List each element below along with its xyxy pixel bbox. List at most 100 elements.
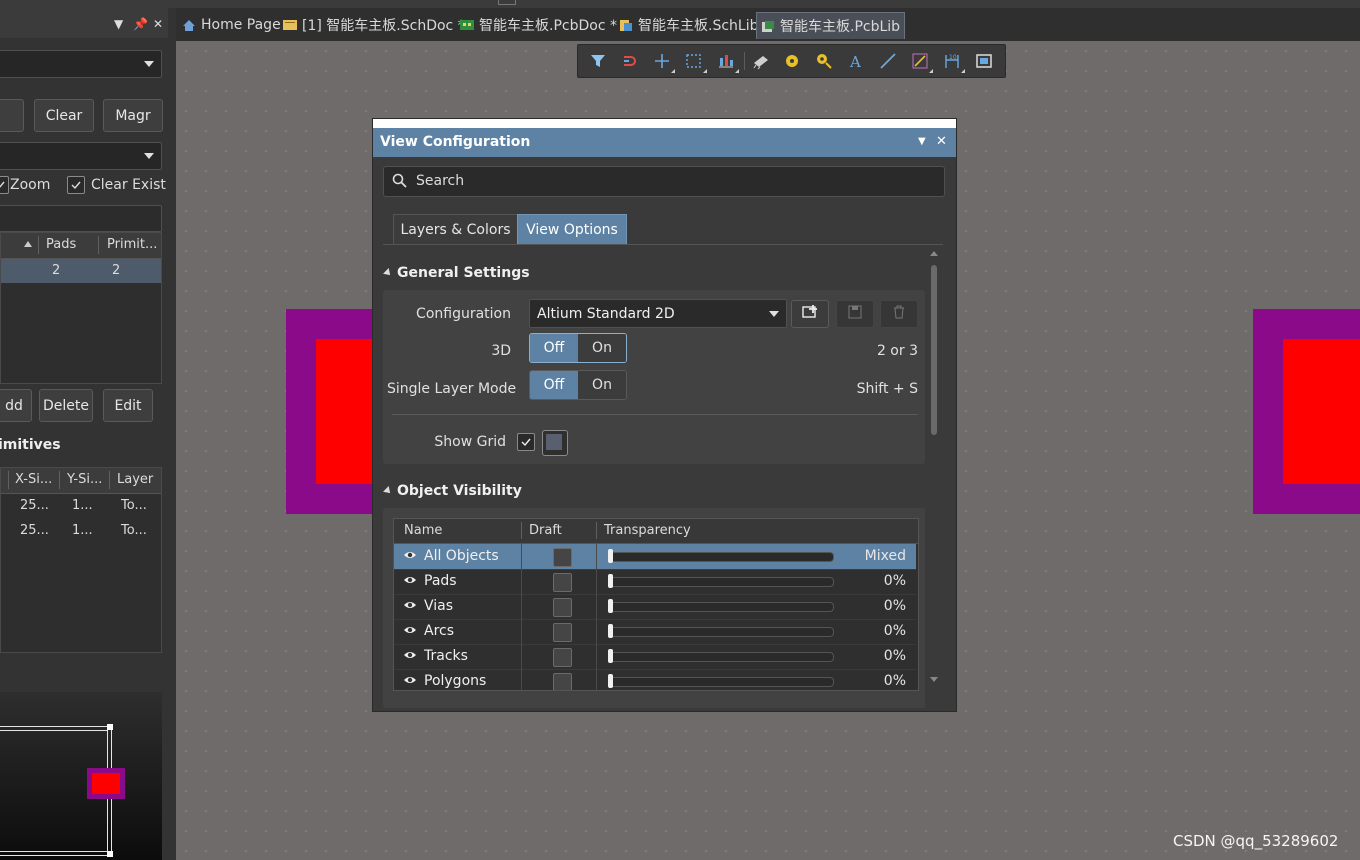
visibility-row[interactable]: Pads 0%: [394, 569, 916, 595]
align-icon[interactable]: [715, 50, 739, 73]
scroll-down-icon[interactable]: [930, 677, 938, 682]
magnify-button[interactable]: Magr: [103, 99, 163, 132]
scrollbar[interactable]: [929, 249, 939, 689]
layer-column-header[interactable]: Layer: [117, 472, 153, 487]
resize-handle[interactable]: [107, 851, 113, 857]
transparency-slider[interactable]: [608, 552, 834, 562]
tab-schlib[interactable]: 智能车主板.SchLib: [619, 12, 758, 38]
scroll-up-icon[interactable]: [930, 251, 938, 256]
measure-icon[interactable]: [909, 50, 933, 73]
table-row[interactable]: 25... 1... To...: [1, 520, 161, 544]
apply-button[interactable]: [0, 99, 24, 132]
transparency-slider[interactable]: [608, 652, 834, 662]
transparency-column-header[interactable]: Transparency: [604, 523, 691, 538]
pad-icon[interactable]: [781, 50, 803, 72]
transparency-slider-thumb[interactable]: [608, 624, 613, 638]
select-checkbox[interactable]: [0, 176, 9, 194]
footprint-pad[interactable]: [1253, 309, 1360, 514]
transparency-slider[interactable]: [608, 602, 834, 612]
three-d-off-option[interactable]: Off: [530, 334, 578, 362]
primitives-column-header[interactable]: Primit...: [107, 237, 157, 252]
clear-existing-checkbox[interactable]: [67, 176, 85, 194]
transparency-slider[interactable]: [608, 627, 834, 637]
filter-dropdown[interactable]: [0, 142, 162, 170]
transparency-slider-thumb[interactable]: [608, 549, 613, 563]
panel-menu-icon[interactable]: ▼: [918, 136, 926, 147]
component-search-input[interactable]: [0, 205, 162, 232]
draft-checkbox[interactable]: [553, 598, 572, 617]
panel-close-icon[interactable]: ✕: [153, 17, 163, 31]
select-rect-icon[interactable]: [683, 50, 707, 73]
eye-icon[interactable]: [403, 599, 417, 615]
footprint-pad[interactable]: [286, 309, 376, 514]
tab-pcblib[interactable]: 智能车主板.PcbLib: [756, 12, 906, 39]
visibility-row[interactable]: Arcs 0%: [394, 619, 916, 645]
eye-icon[interactable]: [403, 624, 417, 640]
route-icon[interactable]: [619, 50, 641, 72]
single-layer-mode-toggle[interactable]: Off On: [529, 370, 627, 400]
tab-layers-colors[interactable]: Layers & Colors: [393, 214, 518, 245]
draft-checkbox[interactable]: [553, 623, 572, 642]
filter-icon[interactable]: [587, 50, 609, 72]
close-icon[interactable]: ✕: [936, 134, 947, 149]
save-configuration-button[interactable]: [836, 300, 874, 328]
show-grid-checkbox[interactable]: [517, 433, 535, 451]
transparency-slider-thumb[interactable]: [608, 574, 613, 588]
draft-checkbox[interactable]: [553, 648, 572, 667]
general-settings-header[interactable]: General Settings: [383, 265, 530, 281]
mask-dropdown[interactable]: [0, 50, 162, 78]
visibility-row[interactable]: Polygons 0%: [394, 669, 916, 690]
delete-button[interactable]: Delete: [39, 389, 93, 422]
sort-asc-icon[interactable]: [24, 241, 32, 247]
eye-icon[interactable]: [403, 674, 417, 690]
panel-title-bar[interactable]: View Configuration ▼ ✕: [373, 128, 956, 157]
eye-icon[interactable]: [403, 549, 417, 565]
draft-checkbox[interactable]: [553, 573, 572, 592]
tab-view-options[interactable]: View Options: [517, 214, 627, 245]
add-icon[interactable]: [651, 50, 675, 73]
transparency-slider-thumb[interactable]: [608, 599, 613, 613]
single-layer-off-option[interactable]: Off: [530, 371, 578, 399]
draft-checkbox[interactable]: [553, 548, 572, 567]
resize-handle[interactable]: [107, 724, 113, 730]
visibility-row[interactable]: Tracks 0%: [394, 644, 916, 670]
pads-column-header[interactable]: Pads: [46, 237, 76, 252]
component-icon[interactable]: [750, 50, 772, 72]
dimension-icon[interactable]: 10: [941, 50, 965, 73]
transparency-slider[interactable]: [608, 577, 834, 587]
eye-icon[interactable]: [403, 649, 417, 665]
clear-button[interactable]: Clear: [34, 99, 94, 132]
draft-checkbox[interactable]: [553, 673, 572, 690]
draft-column-header[interactable]: Draft: [529, 523, 562, 538]
visibility-row[interactable]: All Objects Mixed: [394, 544, 916, 570]
tab-home-page[interactable]: Home Page: [182, 12, 281, 38]
region-icon[interactable]: [973, 50, 995, 72]
grid-color-swatch[interactable]: [542, 430, 568, 456]
text-icon[interactable]: A: [845, 50, 867, 72]
name-column-header[interactable]: Name: [404, 523, 442, 538]
via-icon[interactable]: [813, 50, 835, 72]
configuration-dropdown[interactable]: Altium Standard 2D: [529, 299, 787, 328]
visibility-row[interactable]: Vias 0%: [394, 594, 916, 620]
eye-icon[interactable]: [403, 574, 417, 590]
add-button[interactable]: dd: [0, 389, 32, 422]
table-row[interactable]: 25... 1... To...: [1, 495, 161, 519]
pin-icon[interactable]: 📌: [133, 17, 148, 31]
line-icon[interactable]: [877, 50, 899, 72]
delete-configuration-button[interactable]: [880, 300, 918, 328]
transparency-slider-thumb[interactable]: [608, 649, 613, 663]
tab-pcbdoc[interactable]: 智能车主板.PcbDoc *: [460, 12, 617, 38]
component-preview[interactable]: [0, 692, 162, 860]
tab-schdoc[interactable]: [1] 智能车主板.SchDoc *: [283, 12, 465, 38]
new-configuration-button[interactable]: [791, 300, 829, 328]
three-d-on-option[interactable]: On: [578, 334, 626, 362]
object-visibility-header[interactable]: Object Visibility: [383, 483, 522, 499]
transparency-slider[interactable]: [608, 677, 834, 687]
single-layer-on-option[interactable]: On: [578, 371, 626, 399]
three-d-toggle[interactable]: Off On: [529, 333, 627, 363]
table-row[interactable]: 2 2: [1, 259, 161, 283]
search-input[interactable]: Search: [383, 166, 945, 197]
transparency-slider-thumb[interactable]: [608, 674, 613, 688]
x-size-column-header[interactable]: X-Si...: [15, 472, 52, 487]
panel-menu-icon[interactable]: ▼: [114, 17, 123, 31]
